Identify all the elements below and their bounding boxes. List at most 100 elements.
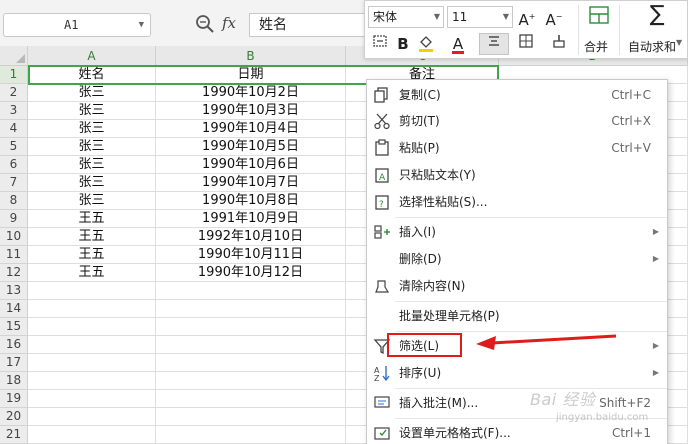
cell[interactable] [156,372,346,390]
cell[interactable] [28,354,156,372]
row-header[interactable]: 21 [0,426,28,444]
cell[interactable] [28,336,156,354]
menu-item-batch[interactable]: 批量处理单元格(P) [367,303,667,329]
row-header[interactable]: 7 [0,174,28,192]
select-all-corner[interactable] [0,46,28,66]
row-header[interactable]: 14 [0,300,28,318]
menu-item-paste-text[interactable]: A 只粘贴文本(Y) [367,162,667,188]
cell[interactable]: 日期 [156,66,346,84]
font-size-select[interactable]: 11 ▼ [447,6,513,28]
cell[interactable] [156,390,346,408]
cell[interactable] [28,408,156,426]
format-painter-icon[interactable] [548,33,570,55]
autosum-icon[interactable]: ∑ [646,4,668,26]
cell[interactable] [156,300,346,318]
cell[interactable]: 张三 [28,192,156,210]
menu-item-copy[interactable]: 复制(C) Ctrl+C [367,82,667,108]
row-header[interactable]: 5 [0,138,28,156]
cell[interactable] [28,282,156,300]
row-header[interactable]: 9 [0,210,28,228]
cell[interactable]: 张三 [28,102,156,120]
cell[interactable]: 1990年10月8日 [156,192,346,210]
formula-input[interactable]: 姓名 [249,13,369,37]
cell[interactable]: 张三 [28,156,156,174]
cell[interactable]: 张三 [28,174,156,192]
menu-item-paste[interactable]: 粘贴(P) Ctrl+V [367,135,667,161]
chevron-down-icon[interactable]: ▼ [139,14,144,36]
cell[interactable]: 1990年10月7日 [156,174,346,192]
row-header[interactable]: 20 [0,408,28,426]
cell[interactable]: 1990年10月5日 [156,138,346,156]
increase-font-icon[interactable]: A+ [516,6,538,29]
row-header[interactable]: 17 [0,354,28,372]
cell[interactable]: 王五 [28,246,156,264]
cell[interactable]: 1990年10月3日 [156,102,346,120]
cell[interactable] [28,318,156,336]
cell[interactable] [156,408,346,426]
cell[interactable] [156,282,346,300]
cell[interactable]: 1990年10月6日 [156,156,346,174]
cell[interactable]: 1990年10月4日 [156,120,346,138]
merge-icon[interactable] [588,4,610,26]
column-header-a[interactable]: A [28,46,156,66]
cell[interactable]: 1991年10月9日 [156,210,346,228]
cell[interactable] [28,300,156,318]
cell[interactable]: 王五 [28,228,156,246]
cell[interactable] [28,390,156,408]
cell[interactable]: 1990年10月12日 [156,264,346,282]
chevron-down-icon: ▼ [433,12,440,21]
row-header[interactable]: 10 [0,228,28,246]
cell[interactable]: 王五 [28,210,156,228]
column-header-b[interactable]: B [156,46,346,66]
cell[interactable]: 张三 [28,120,156,138]
cell[interactable] [28,372,156,390]
menu-item-format-cells[interactable]: 设置单元格格式(F)... Ctrl+1 [367,420,667,444]
fill-color-icon[interactable] [415,33,437,55]
cell[interactable] [28,426,156,444]
menu-item-sort[interactable]: AZ 排序(U) ▶ [367,360,667,386]
cell[interactable]: 王五 [28,264,156,282]
font-name-select[interactable]: 宋体 ▼ [368,6,444,28]
row-header[interactable]: 3 [0,102,28,120]
zoom-icon[interactable] [195,14,215,34]
row-header[interactable]: 16 [0,336,28,354]
row-header[interactable]: 11 [0,246,28,264]
row-header[interactable]: 13 [0,282,28,300]
cell[interactable]: 张三 [28,138,156,156]
menu-item-cut[interactable]: 剪切(T) Ctrl+X [367,108,667,134]
row-header[interactable]: 1 [0,66,28,84]
paste-special-icon: ? [375,195,389,210]
fx-icon[interactable]: fx [222,14,236,32]
menu-item-insert[interactable]: 插入(I) ▶ [367,219,667,245]
cell[interactable]: 张三 [28,84,156,102]
menu-item-delete[interactable]: 删除(D) ▶ [367,246,667,272]
cell[interactable] [156,318,346,336]
merge-button[interactable]: 合并 [584,38,608,55]
row-header[interactable]: 6 [0,156,28,174]
name-box[interactable]: A1 ▼ [3,13,151,37]
chevron-down-icon[interactable]: ▼ [676,38,682,47]
font-color-icon[interactable]: A [447,33,469,55]
bold-icon[interactable]: B [392,33,414,55]
cell[interactable]: 1990年10月2日 [156,84,346,102]
cell[interactable]: 1992年10月10日 [156,228,346,246]
row-header[interactable]: 19 [0,390,28,408]
row-header[interactable]: 2 [0,84,28,102]
menu-item-paste-special[interactable]: ? 选择性粘贴(S)... [367,189,667,215]
cell[interactable]: 1990年10月11日 [156,246,346,264]
menu-item-clear[interactable]: 清除内容(N) [367,273,667,299]
decrease-font-icon[interactable]: A− [543,6,565,29]
cell[interactable] [156,336,346,354]
row-header[interactable]: 4 [0,120,28,138]
align-center-button[interactable] [479,33,509,55]
cell[interactable] [156,426,346,444]
cell[interactable]: 姓名 [28,66,156,84]
row-header[interactable]: 8 [0,192,28,210]
row-header[interactable]: 18 [0,372,28,390]
cell[interactable] [156,354,346,372]
borders-icon[interactable] [515,33,537,55]
wrap-text-icon[interactable] [369,33,391,55]
autosum-button[interactable]: 自动求和 [628,38,676,55]
row-header[interactable]: 15 [0,318,28,336]
row-header[interactable]: 12 [0,264,28,282]
